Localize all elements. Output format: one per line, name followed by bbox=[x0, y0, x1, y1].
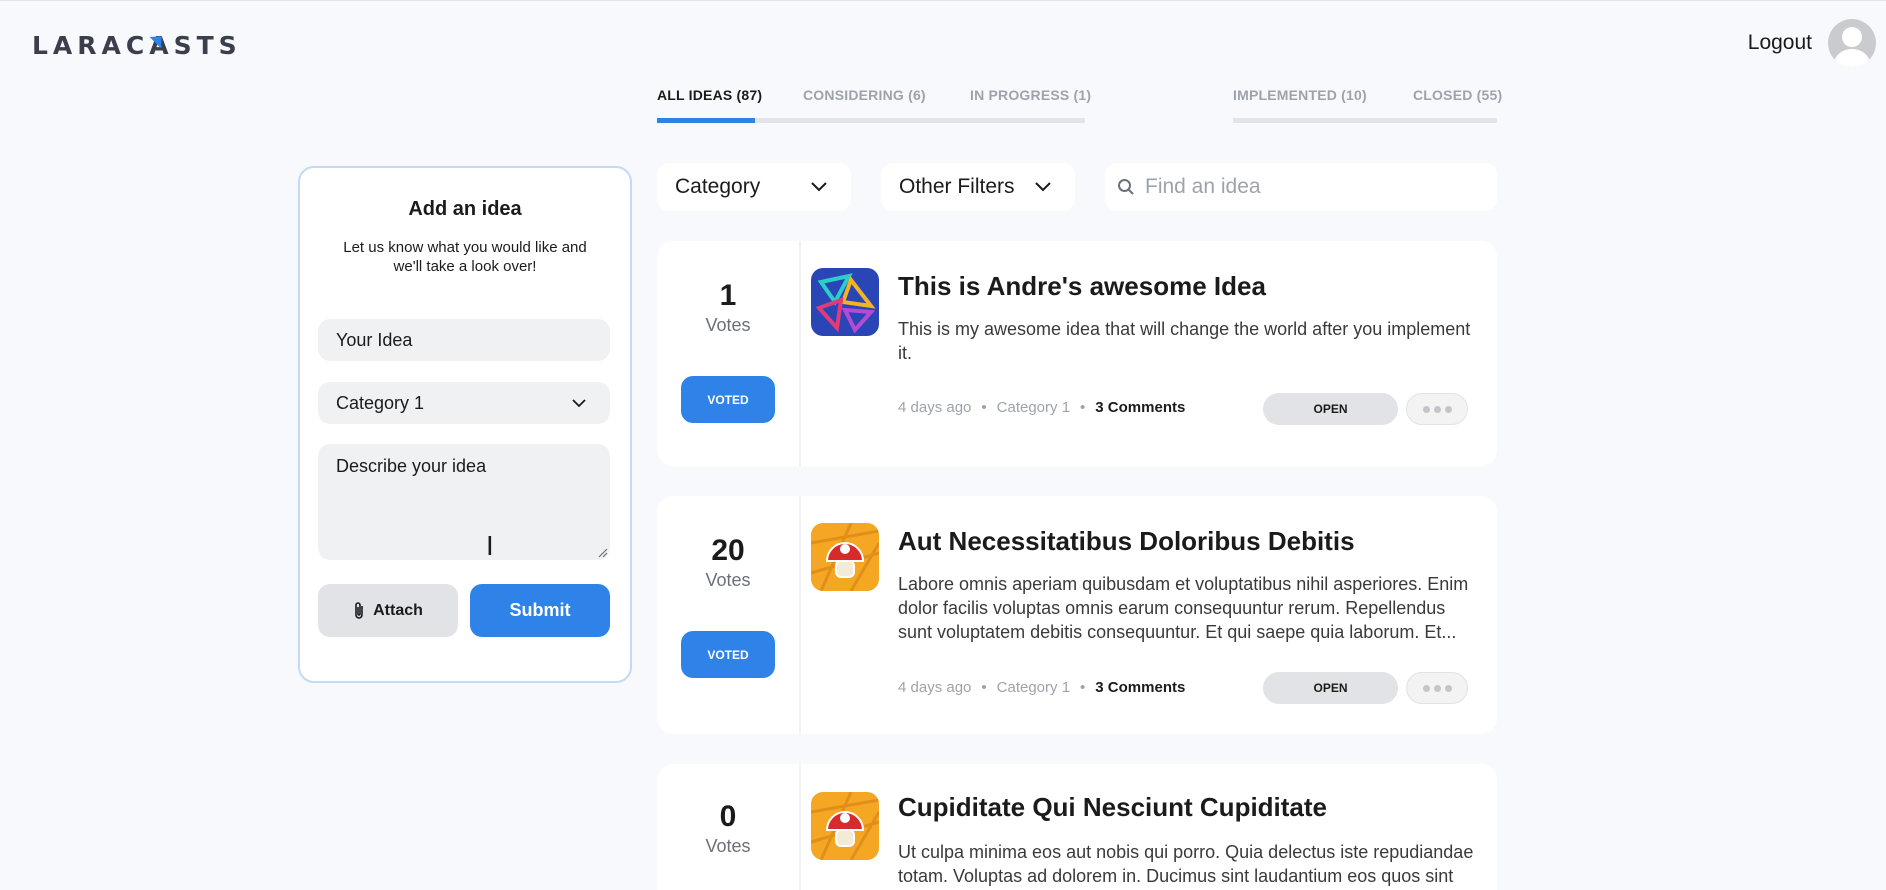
mushroom-avatar-icon bbox=[811, 792, 879, 860]
text-cursor-icon: I bbox=[486, 532, 494, 562]
logo-text: LARAC bbox=[32, 30, 150, 60]
tab-active-indicator bbox=[657, 118, 755, 123]
submit-button[interactable]: Submit bbox=[470, 584, 610, 637]
category-select[interactable]: Category 1 bbox=[318, 382, 610, 424]
resize-handle-icon[interactable] bbox=[596, 546, 608, 558]
add-idea-title: Add an idea bbox=[408, 198, 522, 220]
chevron-down-icon bbox=[572, 398, 586, 407]
votes-count: 1 bbox=[719, 279, 737, 312]
add-idea-card: Add an idea Let us know what you would l… bbox=[298, 166, 632, 683]
add-idea-subtitle: Let us know what you would like and we'l… bbox=[343, 239, 587, 275]
logo-plane-icon: A bbox=[149, 25, 173, 60]
idea-meta: 4 days ago • Category 1 • 3 Comments bbox=[898, 399, 1186, 416]
idea-description: This is my awesome idea that will change… bbox=[898, 319, 1471, 363]
idea-description: Ut culpa minima eos aut nobis qui porro.… bbox=[898, 842, 1474, 886]
vote-column: 1 Votes VOTED bbox=[657, 241, 801, 466]
idea-meta: 4 days ago • Category 1 • 3 Comments bbox=[898, 679, 1186, 696]
idea-description-textarea[interactable]: Describe your idea I bbox=[318, 444, 610, 562]
idea-title[interactable]: Aut Necessitatibus Doloribus Debitis bbox=[898, 526, 1355, 557]
votes-label: Votes bbox=[705, 570, 751, 590]
idea-title-input[interactable]: Your Idea bbox=[318, 319, 610, 361]
other-filters[interactable]: Other Filters bbox=[881, 163, 1075, 211]
status-badge[interactable]: OPEN bbox=[1263, 393, 1398, 425]
more-options-button[interactable] bbox=[1406, 672, 1468, 704]
logout-link[interactable]: Logout bbox=[1748, 31, 1812, 55]
idea-description: Labore omnis aperiam quibusdam et volupt… bbox=[898, 574, 1469, 642]
mushroom-avatar-icon bbox=[811, 523, 879, 591]
tab-closed[interactable]: CLOSED (55) bbox=[1413, 87, 1502, 125]
tab-in-progress[interactable]: IN PROGRESS (1) bbox=[970, 87, 1091, 125]
vote-column: 0 Votes bbox=[657, 764, 801, 890]
idea-card: 0 Votes Cupiditate Qui Nesciunt Cupidita… bbox=[657, 764, 1497, 890]
category-filter[interactable]: Category bbox=[657, 163, 851, 211]
idea-card: 20 Votes VOTED Aut Necessitatibus Dolori… bbox=[657, 496, 1497, 734]
chevron-down-icon bbox=[1035, 182, 1051, 192]
status-badge[interactable]: OPEN bbox=[1263, 672, 1398, 704]
idea-card: 1 Votes VOTED This is Andre's awesome Id… bbox=[657, 241, 1497, 466]
laracasts-logo[interactable]: LARAC A STS bbox=[32, 25, 242, 60]
comments-link[interactable]: 3 Comments bbox=[1095, 399, 1185, 416]
vote-column: 20 Votes VOTED bbox=[657, 496, 801, 734]
attach-button[interactable]: Attach bbox=[318, 584, 458, 637]
user-area: Logout bbox=[1748, 19, 1876, 67]
comments-link[interactable]: 3 Comments bbox=[1095, 679, 1185, 696]
idea-title[interactable]: This is Andre's awesome Idea bbox=[898, 271, 1266, 302]
paperclip-icon bbox=[355, 601, 363, 619]
voted-button[interactable]: VOTED bbox=[681, 376, 775, 423]
ellipsis-icon bbox=[1422, 684, 1430, 692]
ellipsis-icon bbox=[1422, 405, 1430, 413]
search-input[interactable]: Find an idea bbox=[1105, 163, 1497, 211]
voted-button[interactable]: VOTED bbox=[681, 631, 775, 678]
tab-considering[interactable]: CONSIDERING (6) bbox=[803, 87, 926, 125]
search-icon bbox=[1118, 179, 1134, 195]
more-options-button[interactable] bbox=[1406, 393, 1468, 425]
chevron-down-icon bbox=[811, 182, 827, 192]
votes-count: 0 bbox=[719, 800, 737, 833]
status-tabs: ALL IDEAS (87) CONSIDERING (6) IN PROGRE… bbox=[657, 87, 1502, 125]
votes-count: 20 bbox=[711, 534, 745, 567]
votes-label: Votes bbox=[705, 315, 751, 335]
idea-title[interactable]: Cupiditate Qui Nesciunt Cupiditate bbox=[898, 792, 1327, 823]
user-avatar-icon bbox=[811, 268, 879, 336]
avatar[interactable] bbox=[1828, 19, 1876, 67]
votes-label: Votes bbox=[705, 836, 751, 856]
